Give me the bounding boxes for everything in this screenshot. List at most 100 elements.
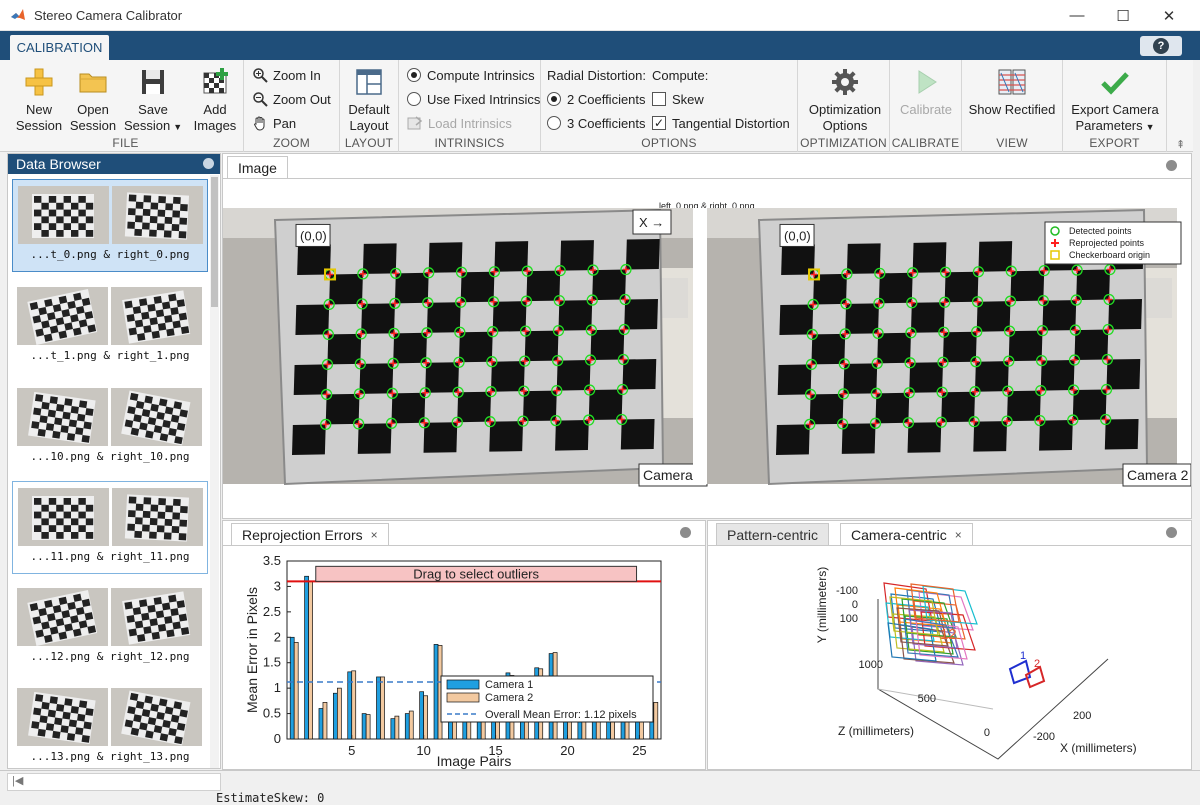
- checkerboard-square: [1007, 390, 1041, 422]
- add-images-button[interactable]: Add Images: [186, 66, 244, 134]
- radio-on-icon: [407, 68, 421, 82]
- tab-pattern-centric[interactable]: Pattern-centric: [716, 523, 830, 545]
- zoom-in-button[interactable]: Zoom In: [252, 65, 321, 85]
- new-session-button[interactable]: New Session: [10, 66, 68, 134]
- reprojection-tab-label: Reprojection Errors: [242, 526, 363, 543]
- legend-entry: Reprojected points: [1069, 238, 1145, 248]
- checkerboard-square: [560, 240, 594, 271]
- checkerboard-square: [357, 423, 392, 454]
- skew-checkbox[interactable]: Skew: [652, 89, 704, 109]
- thumbnail-label: ...13.png & right_13.png: [30, 750, 190, 763]
- collapse-icon[interactable]: [203, 158, 214, 169]
- play-icon: [918, 70, 937, 94]
- checkerboard-square: [620, 418, 655, 450]
- tangential-distortion-label: Tangential Distortion: [672, 115, 790, 131]
- tab-calibration[interactable]: CALIBRATION: [10, 35, 109, 60]
- legend-swatch: [446, 679, 480, 690]
- layout-icon: [356, 69, 382, 95]
- load-intrinsics-button[interactable]: Load Intrinsics: [407, 113, 512, 133]
- y-tick-label: -100: [836, 585, 858, 597]
- three-coefficients-radio[interactable]: 3 Coefficients: [547, 113, 646, 133]
- tab-image[interactable]: Image: [227, 156, 288, 178]
- checkerboard-square: [1108, 298, 1142, 330]
- checkerboard-square: [588, 389, 623, 421]
- collapse-icon[interactable]: [1166, 160, 1177, 171]
- z-axis-title: Z (millimeters): [838, 724, 914, 738]
- collapse-icon[interactable]: [680, 527, 691, 538]
- browser-nav[interactable]: |◀: [7, 773, 221, 791]
- calibration-image-view[interactable]: (0,0)Camera 1(0,0)Camera 2X →Detected po…: [223, 208, 1191, 494]
- checkerboard-square: [293, 364, 328, 395]
- x-tick-label: 5: [348, 743, 355, 758]
- default-layout-button[interactable]: Default Layout: [340, 66, 398, 134]
- bar: [293, 642, 299, 740]
- collapse-icon[interactable]: [1166, 527, 1177, 538]
- x-tick-label: 20: [560, 743, 574, 758]
- data-browser-scrollbar[interactable]: [210, 175, 219, 768]
- close-tab-icon[interactable]: ×: [371, 528, 378, 542]
- view-section: Show Rectified VIEW: [962, 60, 1063, 152]
- reprojection-errors-chart[interactable]: Drag to select outliers 0 0.5 1 1.5 2 2.5 3 3.5 5…: [223, 549, 705, 769]
- scrollbar-thumb[interactable]: [211, 177, 218, 307]
- checkerboard-square: [811, 333, 846, 365]
- maximize-button[interactable]: ☐: [1100, 0, 1146, 31]
- camera-label: Camera 2: [1127, 467, 1189, 483]
- checkerboard-square: [457, 391, 492, 423]
- list-item[interactable]: ...t_0.png & right_0.png: [12, 179, 208, 272]
- extrinsics-3d-plot[interactable]: -100 0 100 1000 500 0 200 -200 Y (millimeters) Z …: [708, 549, 1191, 769]
- list-item[interactable]: ...12.png & right_12.png: [12, 582, 208, 675]
- bar: [404, 713, 410, 740]
- load-icon: [407, 116, 423, 130]
- thumbnail-image: [17, 588, 203, 646]
- checkbox-unchecked-icon: [652, 92, 666, 106]
- close-button[interactable]: ✕: [1146, 0, 1192, 31]
- zoom-in-icon: [253, 68, 268, 83]
- list-item[interactable]: ...t_1.png & right_1.png: [12, 281, 208, 374]
- checkerboard-square: [845, 303, 879, 334]
- fixed-intrinsics-radio[interactable]: Use Fixed Intrinsics: [407, 89, 540, 109]
- minimize-button[interactable]: —: [1054, 0, 1100, 31]
- checkerboard-square: [458, 331, 493, 363]
- checkerboard-square: [978, 241, 1013, 272]
- calibrate-button[interactable]: Calibrate: [896, 66, 956, 118]
- camera-2-label: 2: [1034, 658, 1040, 670]
- collapse-toolstrip-icon[interactable]: ⇞: [1176, 138, 1185, 151]
- list-item[interactable]: ...10.png & right_10.png: [12, 382, 208, 475]
- export-parameters-button[interactable]: Export Camera Parameters ▼: [1067, 66, 1163, 135]
- list-item[interactable]: ...13.png & right_13.png: [12, 682, 208, 775]
- thumbnail-label: ...10.png & right_10.png: [30, 450, 190, 463]
- checkerboard-square: [875, 392, 910, 424]
- checkerboard-square: [877, 332, 911, 364]
- save-session-button[interactable]: Save Session ▼: [124, 66, 182, 135]
- x-axis-label: X →: [639, 215, 664, 230]
- checkerboard-square: [555, 420, 589, 451]
- help-button[interactable]: ?: [1140, 36, 1182, 56]
- two-coefficients-radio[interactable]: 2 Coefficients: [547, 89, 646, 109]
- show-rectified-button[interactable]: Show Rectified: [966, 66, 1058, 118]
- checkerboard-square: [590, 329, 625, 361]
- y-axis-title: Y (millimeters): [815, 567, 829, 643]
- checkerboard-square: [428, 242, 463, 273]
- list-item[interactable]: ...11.png & right_11.png: [12, 481, 208, 574]
- x-tick-label: -200: [1033, 731, 1055, 743]
- chevron-down-icon: ▼: [1145, 122, 1155, 132]
- tab-camera-centric[interactable]: Camera-centric ×: [840, 523, 973, 545]
- tangential-distortion-checkbox[interactable]: ✓ Tangential Distortion: [652, 113, 790, 133]
- compute-intrinsics-radio[interactable]: Compute Intrinsics: [407, 65, 535, 85]
- open-session-button[interactable]: Open Session: [64, 66, 122, 134]
- optimization-options-button[interactable]: Optimization Options: [802, 66, 888, 134]
- file-section-title: FILE: [112, 136, 139, 150]
- new-session-label: New Session: [15, 102, 63, 133]
- close-tab-icon[interactable]: ×: [955, 528, 962, 542]
- checkerboard-square: [776, 424, 810, 455]
- checkerboard-square: [394, 272, 429, 304]
- pan-button[interactable]: Pan: [252, 113, 296, 133]
- zoom-out-button[interactable]: Zoom Out: [252, 89, 331, 109]
- left-thumbnail: [18, 186, 109, 244]
- tab-reprojection-errors[interactable]: Reprojection Errors ×: [231, 523, 389, 545]
- thumbnail-image: [17, 388, 203, 446]
- legend-swatch: [446, 692, 480, 703]
- camera-centric-tab-label: Camera-centric: [851, 526, 947, 543]
- checkerboard-square: [1074, 329, 1109, 361]
- checkerboard-square: [973, 421, 1008, 452]
